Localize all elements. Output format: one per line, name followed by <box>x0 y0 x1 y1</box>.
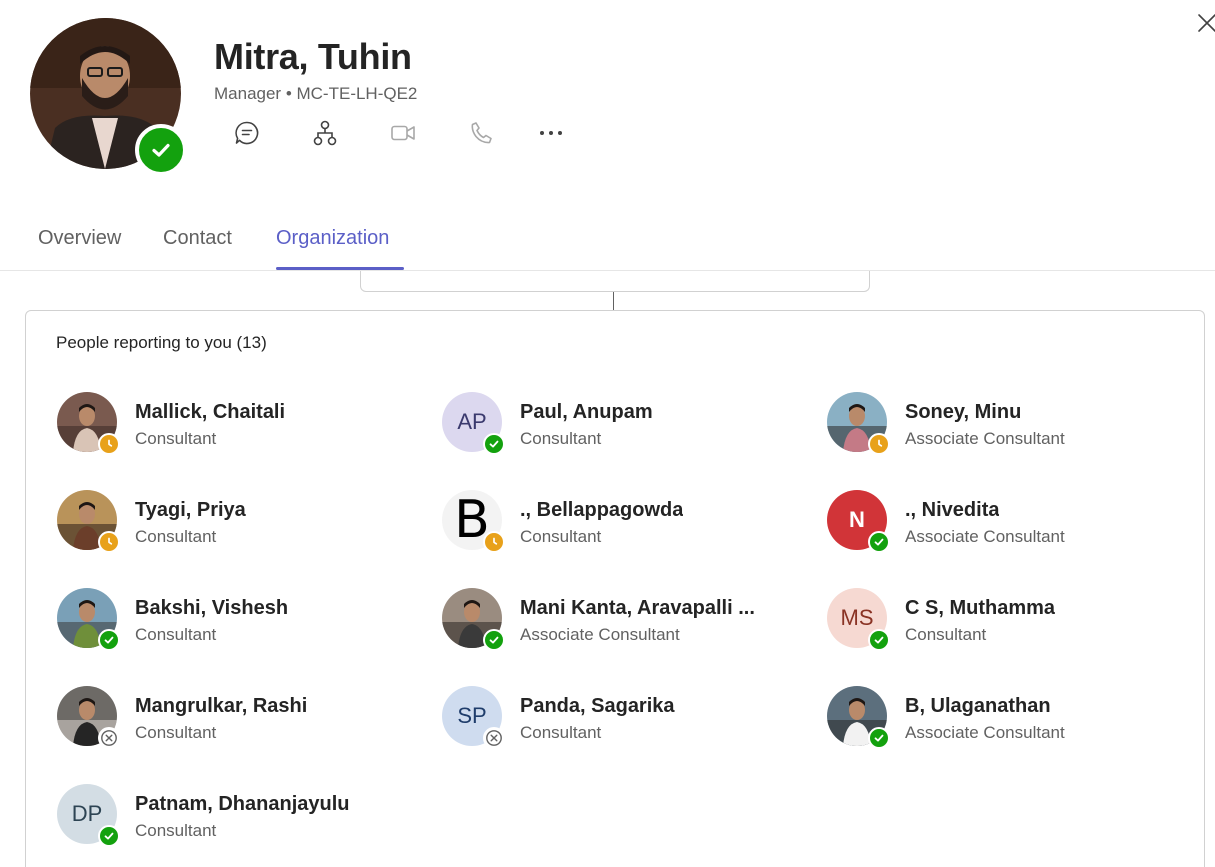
person-title: Consultant <box>135 723 217 742</box>
org-chart-button[interactable] <box>310 118 340 148</box>
person-title: Associate Consultant <box>905 723 1065 742</box>
avatar-initials: AP <box>457 409 487 434</box>
org-chart-icon <box>313 120 337 146</box>
tab-overview[interactable]: Overview <box>38 227 121 250</box>
person-name: Panda, Sagarika <box>520 695 675 717</box>
more-options-icon <box>540 131 562 135</box>
presence-available-icon <box>868 629 890 651</box>
presence-away-icon <box>98 433 120 455</box>
direct-report-tyagi-priya[interactable]: Tyagi, Priya Consultant <box>57 490 437 554</box>
avatar-initials: N <box>849 507 865 532</box>
profile-name: Mitra, Tuhin <box>214 36 412 77</box>
person-title: Consultant <box>135 429 217 448</box>
direct-report-mangrulkar-rashi[interactable]: Mangrulkar, Rashi Consultant <box>57 686 437 750</box>
person-title: Consultant <box>905 625 987 644</box>
tab-contact[interactable]: Contact <box>163 227 232 250</box>
person-name: Mani Kanta, Aravapalli ... <box>520 597 755 619</box>
direct-report-nivedita[interactable]: N ., Nivedita Associate Consultant <box>827 490 1207 554</box>
direct-report-mani-kanta-aravapalli[interactable]: Mani Kanta, Aravapalli ... Associate Cons… <box>442 588 822 652</box>
audio-call-icon <box>471 122 492 144</box>
direct-report-bakshi-vishesh[interactable]: Bakshi, Vishesh Consultant <box>57 588 437 652</box>
person-title: Consultant <box>520 527 602 546</box>
person-title: Associate Consultant <box>520 625 680 644</box>
avatar-initials: DP <box>71 801 103 826</box>
direct-report-b-ulaganathan[interactable]: B, Ulaganathan Associate Consultant <box>827 686 1207 750</box>
direct-report-c-s-muthamma[interactable]: MS C S, Muthamma Consultant <box>827 588 1207 652</box>
person-name: Tyagi, Priya <box>135 499 246 521</box>
chat-icon <box>235 121 259 145</box>
video-call-button[interactable] <box>388 118 418 148</box>
person-name: ., Bellappagowda <box>520 499 684 521</box>
profile-tabs: Overview Contact Organization <box>0 220 1215 271</box>
person-name: ., Nivedita <box>905 499 1000 521</box>
direct-reports-heading: People reporting to you (13) <box>56 333 267 352</box>
direct-report-soney-minu[interactable]: Soney, Minu Associate Consultant <box>827 392 1207 456</box>
presence-available-icon <box>483 629 505 651</box>
presence-away-icon <box>868 433 890 455</box>
profile-subtitle: Manager • MC-TE-LH-QE2 <box>214 84 418 103</box>
avatar-initials: MS <box>840 605 874 630</box>
person-title: Associate Consultant <box>905 527 1065 546</box>
org-connector-line <box>613 292 614 310</box>
person-title: Consultant <box>135 625 217 644</box>
close-button[interactable] <box>1196 12 1215 34</box>
person-name: B, Ulaganathan <box>905 695 1051 717</box>
direct-report-bellappagowda[interactable]: B., Bellappagowda Consultant <box>442 490 822 554</box>
avatar-initials: SP <box>457 703 487 728</box>
presence-offline-icon <box>483 727 505 749</box>
person-name: Patnam, Dhananjayulu <box>135 793 350 815</box>
chat-button[interactable] <box>232 118 262 148</box>
person-title: Consultant <box>135 821 217 840</box>
direct-report-patnam-dhananjayulu[interactable]: DP Patnam, Dhananjayulu Consultant <box>57 784 437 848</box>
more-options-button[interactable] <box>536 118 566 148</box>
direct-reports-panel: People reporting to you (13) Mallick, Ch… <box>25 310 1205 867</box>
presence-offline-icon <box>98 727 120 749</box>
person-name: Mangrulkar, Rashi <box>135 695 308 717</box>
presence-away-icon <box>98 531 120 553</box>
person-name: Bakshi, Vishesh <box>135 597 289 619</box>
presence-available-icon <box>483 433 505 455</box>
direct-report-panda-sagarika[interactable]: SP Panda, Sagarika Consultant <box>442 686 822 750</box>
presence-available-icon <box>135 124 187 176</box>
person-title: Consultant <box>520 723 602 742</box>
person-title: Consultant <box>135 527 217 546</box>
manager-card[interactable] <box>360 271 870 292</box>
video-call-icon <box>391 125 415 141</box>
presence-available-icon <box>98 825 120 847</box>
person-name: Paul, Anupam <box>520 401 653 423</box>
active-tab-indicator <box>276 267 404 270</box>
direct-report-mallick-chaitali[interactable]: Mallick, Chaitali Consultant <box>57 392 437 456</box>
person-name: C S, Muthamma <box>905 597 1056 619</box>
person-title: Associate Consultant <box>905 429 1065 448</box>
presence-available-icon <box>868 531 890 553</box>
direct-report-paul-anupam[interactable]: AP Paul, Anupam Consultant <box>442 392 822 456</box>
person-title: Consultant <box>520 429 602 448</box>
person-name: Soney, Minu <box>905 401 1022 423</box>
close-icon <box>1198 14 1215 32</box>
presence-available-icon <box>98 629 120 651</box>
tab-organization[interactable]: Organization <box>276 227 389 250</box>
audio-call-button[interactable] <box>466 118 496 148</box>
presence-away-icon <box>483 531 505 553</box>
person-name: Mallick, Chaitali <box>135 401 286 423</box>
presence-available-icon <box>868 727 890 749</box>
